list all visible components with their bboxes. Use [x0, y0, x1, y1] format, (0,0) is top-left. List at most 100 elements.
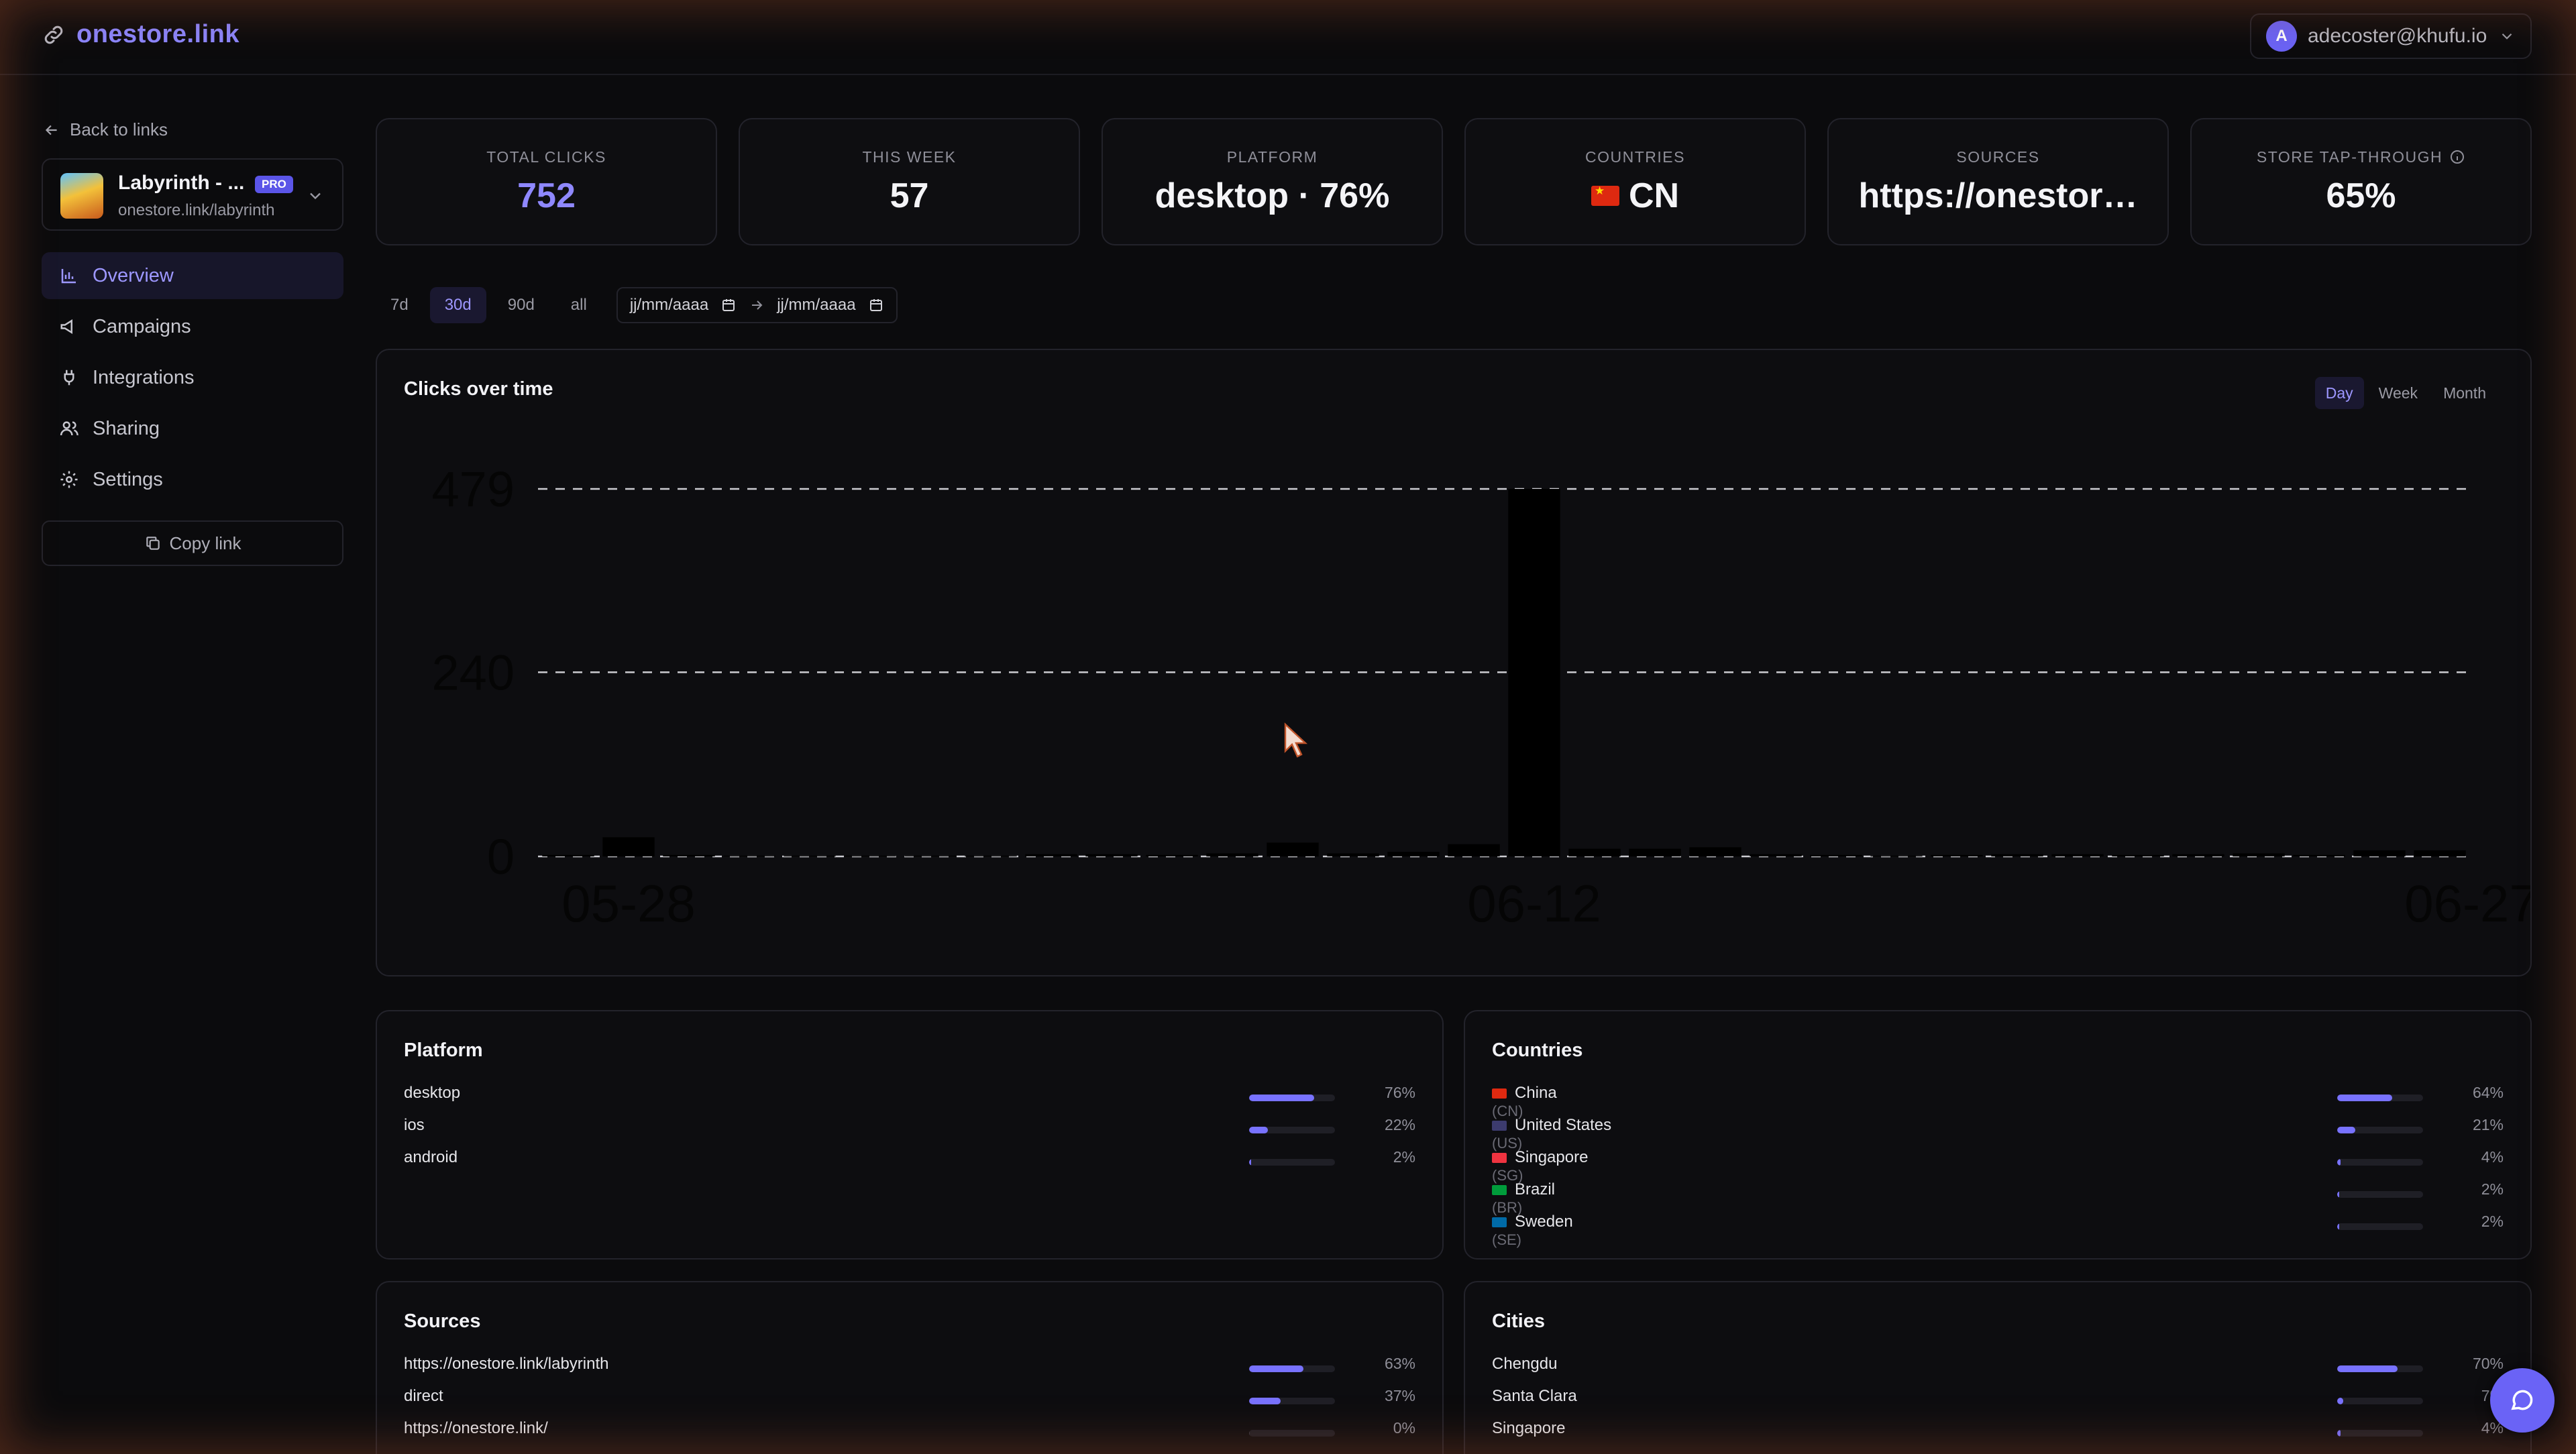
sidebar-item-overview[interactable]: Overview: [42, 252, 343, 299]
progress-fill: [1249, 1365, 1303, 1372]
clicks-bar-chart: 0 240 479 05-28 06-12 06-27: [432, 461, 2530, 933]
account-email: adecoster@khufu.io: [2308, 25, 2487, 47]
panel-title: Platform: [404, 1040, 483, 1061]
sidebar-item-settings[interactable]: Settings: [42, 456, 343, 503]
chart-bar[interactable]: [1750, 854, 1802, 856]
platform-label: desktop: [404, 1084, 461, 1102]
stat-total-clicks: TOTAL CLICKS 752: [376, 118, 717, 245]
arrow-left-icon: [45, 125, 57, 135]
countries-label: Singapore: [1515, 1148, 1589, 1166]
chat-support-button[interactable]: [2490, 1368, 2555, 1433]
platform-label: ios: [404, 1116, 425, 1134]
chart-bar[interactable]: [1629, 848, 1681, 856]
date-range-picker: jj/mm/aaaa jj/mm/aaaa: [616, 287, 898, 323]
country-flag-icon: [1492, 1088, 1507, 1099]
y-tick-label: 240: [432, 645, 515, 700]
chevron-down-icon: [2502, 33, 2512, 40]
chart-bar[interactable]: [1387, 852, 1440, 856]
chart-bar[interactable]: [1327, 853, 1379, 856]
chart-bar[interactable]: [2172, 854, 2224, 856]
chart-bar[interactable]: [2414, 850, 2466, 856]
info-icon[interactable]: [2449, 149, 2465, 165]
progress-track: [2337, 1127, 2423, 1133]
stat-cards: TOTAL CLICKS 752 THIS WEEK 57 PLATFORM d…: [376, 118, 2532, 245]
back-label: Back to links: [70, 119, 168, 139]
country-code: (SE): [1492, 1231, 1521, 1248]
chart-bar[interactable]: [2112, 854, 2164, 856]
sources-row: direct 37%: [404, 1387, 1415, 1419]
chart-bar[interactable]: [2353, 850, 2406, 856]
chart-bar[interactable]: [1146, 854, 1198, 856]
panel-title: Countries: [1492, 1040, 1583, 1061]
chart-bar[interactable]: [2051, 854, 2104, 856]
countries-percent: 4%: [2481, 1148, 2504, 1166]
sidebar-item-label: Settings: [93, 468, 163, 490]
platform-percent: 22%: [1384, 1116, 1415, 1133]
progress-track: [1249, 1398, 1335, 1404]
chart-bar[interactable]: [1448, 844, 1500, 856]
chart-bar[interactable]: [1206, 853, 1258, 856]
progress-track: [2337, 1191, 2423, 1198]
chart-bar[interactable]: [663, 854, 715, 856]
progress-fill: [2337, 1159, 2341, 1166]
progress-fill: [2337, 1127, 2355, 1133]
panel-title: Sources: [404, 1310, 481, 1332]
logo[interactable]: onestore.link: [42, 20, 239, 49]
progress-fill: [2337, 1430, 2341, 1437]
link-switcher[interactable]: Labyrinth - ... PRO onestore.link/labyri…: [42, 158, 343, 231]
cities-label: Singapore: [1492, 1419, 1566, 1437]
chart-bar[interactable]: [1508, 489, 1560, 856]
countries-percent: 21%: [2472, 1116, 2504, 1133]
account-menu[interactable]: A adecoster@khufu.io: [2250, 13, 2532, 59]
progress-track: [2337, 1398, 2423, 1404]
link-name: Labyrinth - ...: [118, 172, 245, 194]
range-90d[interactable]: 90d: [493, 287, 549, 323]
progress-fill: [1249, 1430, 1250, 1437]
chart-bar[interactable]: [1689, 847, 1741, 856]
chart-bar[interactable]: [1025, 854, 1077, 856]
stat-value: desktop · 76%: [1155, 176, 1390, 215]
sources-label: https://onestore.link/: [404, 1419, 548, 1437]
bar-chart-icon: [61, 269, 76, 284]
arrow-right-icon: [752, 300, 763, 310]
sidebar-item-sharing[interactable]: Sharing: [42, 405, 343, 452]
back-to-links-link[interactable]: Back to links: [43, 119, 168, 140]
sidebar-item-campaigns[interactable]: Campaigns: [42, 303, 343, 350]
progress-fill: [2337, 1095, 2392, 1101]
countries-row: China (CN) 64%: [1492, 1084, 2504, 1119]
chart-bar[interactable]: [1568, 848, 1621, 856]
progress-fill: [1249, 1159, 1251, 1166]
chart-bar[interactable]: [1931, 854, 1983, 856]
stat-label: PLATFORM: [1226, 148, 1318, 166]
chart-bar[interactable]: [1991, 854, 2043, 856]
clicks-chart-panel: Clicks over time Day Week Month 0 240 479 0…: [376, 349, 2532, 976]
users-icon: [60, 421, 78, 436]
date-from-input[interactable]: jj/mm/aaaa: [630, 296, 708, 315]
range-30d[interactable]: 30d: [429, 287, 486, 323]
link-url: onestore.link/labyrinth: [118, 201, 275, 219]
chart-bar[interactable]: [2233, 853, 2285, 856]
platform-row: ios 22%: [404, 1116, 1415, 1148]
calendar-icon[interactable]: [720, 297, 737, 313]
x-tick-label: 05-28: [561, 874, 696, 933]
chart-bar[interactable]: [602, 837, 655, 856]
stat-value: 57: [890, 176, 929, 215]
chart-bar[interactable]: [1085, 854, 1138, 856]
stat-label: SOURCES: [1956, 148, 2040, 166]
chart-bar[interactable]: [2293, 854, 2345, 856]
chart-bar[interactable]: [1267, 842, 1319, 856]
y-tick-label: 0: [487, 829, 515, 885]
chart-bar[interactable]: [542, 854, 594, 856]
range-all[interactable]: all: [556, 287, 602, 323]
country-flag-icon: [1492, 1120, 1507, 1131]
cities-label: Chengdu: [1492, 1355, 1558, 1373]
sidebar-item-integrations[interactable]: Integrations: [42, 354, 343, 401]
stat-value: 752: [517, 176, 576, 215]
mouse-cursor-icon: [1284, 722, 1308, 758]
copy-link-button[interactable]: Copy link: [42, 520, 343, 566]
chart-bar[interactable]: [1810, 854, 1862, 856]
range-7d[interactable]: 7d: [376, 287, 423, 323]
calendar-icon[interactable]: [868, 297, 884, 313]
date-to-input[interactable]: jj/mm/aaaa: [777, 296, 855, 315]
progress-track: [2337, 1095, 2423, 1101]
